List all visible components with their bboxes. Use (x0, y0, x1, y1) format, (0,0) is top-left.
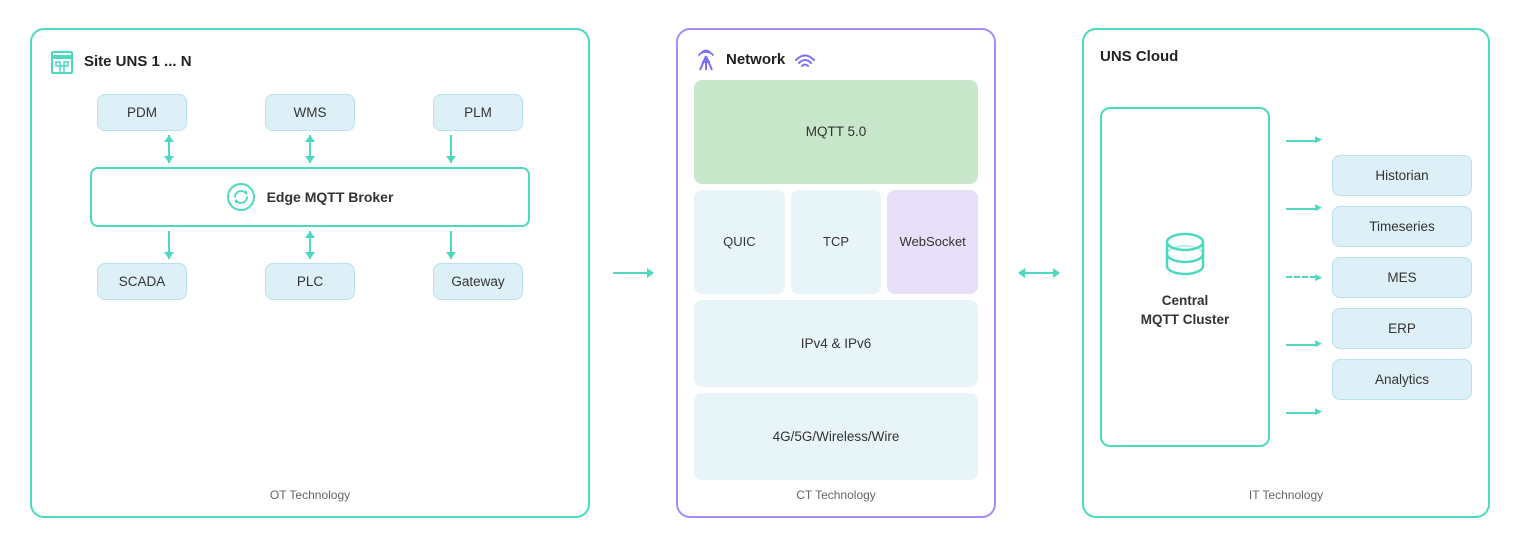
tcp-block: TCP (791, 190, 882, 294)
plm-arrow (450, 135, 452, 163)
ot-top-row: PDM WMS PLM (58, 94, 562, 131)
building-icon (48, 48, 76, 76)
bottom-arrows (58, 227, 562, 263)
ot-content: PDM WMS PLM (48, 88, 572, 480)
ot-panel: Site UNS 1 ... N PDM WMS PLM (30, 28, 590, 518)
gateway-box: Gateway (433, 263, 523, 300)
websocket-block: WebSocket (887, 190, 978, 294)
wifi-icon (793, 50, 817, 70)
mes-conn (1286, 276, 1316, 278)
plm-box: PLM (433, 94, 523, 131)
uns-title: UNS Cloud (1100, 48, 1472, 65)
ct-content: MQTT 5.0 QUIC TCP WebSocket IPv4 & IPv6 (694, 76, 978, 480)
diagram-container: Site UNS 1 ... N PDM WMS PLM (20, 18, 1500, 528)
it-boxes: Historian Timeseries MES ERP Analytics (1332, 155, 1472, 400)
timeseries-conn (1286, 208, 1316, 210)
ot-footer: OT Technology (48, 480, 572, 502)
wms-arrow (309, 135, 311, 163)
mqtt-block: MQTT 5.0 (694, 80, 978, 184)
analytics-box: Analytics (1332, 359, 1472, 400)
ct-uns-arrow (1019, 272, 1059, 274)
broker-row: Edge MQTT Broker (58, 167, 562, 227)
wireless-block: 4G/5G/Wireless/Wire (694, 393, 978, 480)
uns-panel: UNS Cloud Central MQTT Cluster (1082, 28, 1490, 518)
historian-conn (1286, 140, 1316, 142)
wms-box: WMS (265, 94, 355, 131)
erp-conn (1286, 344, 1316, 346)
top-arrows (58, 131, 562, 167)
site-label: Site UNS 1 ... N (48, 48, 572, 76)
protocol-row: QUIC TCP WebSocket (694, 190, 978, 294)
uns-footer: IT Technology (1100, 480, 1472, 502)
scada-box: SCADA (97, 263, 187, 300)
cluster-box: Central MQTT Cluster (1100, 107, 1270, 447)
broker-icon (227, 183, 255, 211)
uns-content: Central MQTT Cluster Historian Timeserie… (1100, 75, 1472, 480)
ot-ct-arrow (613, 272, 653, 274)
ot-ct-connector (608, 28, 658, 518)
plc-box: PLC (265, 263, 355, 300)
cluster-icon (1155, 224, 1215, 284)
scada-arrow (168, 231, 170, 259)
pdm-arrow (168, 135, 170, 163)
ct-uns-connector (1014, 28, 1064, 518)
broker-label: Edge MQTT Broker (267, 189, 394, 205)
plc-arrow (309, 231, 311, 259)
broker-box: Edge MQTT Broker (90, 167, 530, 227)
timeseries-box: Timeseries (1332, 206, 1472, 247)
historian-box: Historian (1332, 155, 1472, 196)
ot-bottom-row: SCADA PLC Gateway (58, 263, 562, 300)
mes-box: MES (1332, 257, 1472, 298)
ct-panel: Network MQTT 5.0 QUIC TCP (676, 28, 996, 518)
uns-connections (1286, 107, 1316, 447)
analytics-conn (1286, 412, 1316, 414)
network-icon (694, 48, 718, 72)
quic-block: QUIC (694, 190, 785, 294)
ip-block: IPv4 & IPv6 (694, 300, 978, 387)
gateway-arrow (450, 231, 452, 259)
ct-footer: CT Technology (694, 480, 978, 502)
ct-title: Network (694, 48, 978, 72)
cluster-label: Central MQTT Cluster (1141, 292, 1230, 330)
pdm-box: PDM (97, 94, 187, 131)
erp-box: ERP (1332, 308, 1472, 349)
